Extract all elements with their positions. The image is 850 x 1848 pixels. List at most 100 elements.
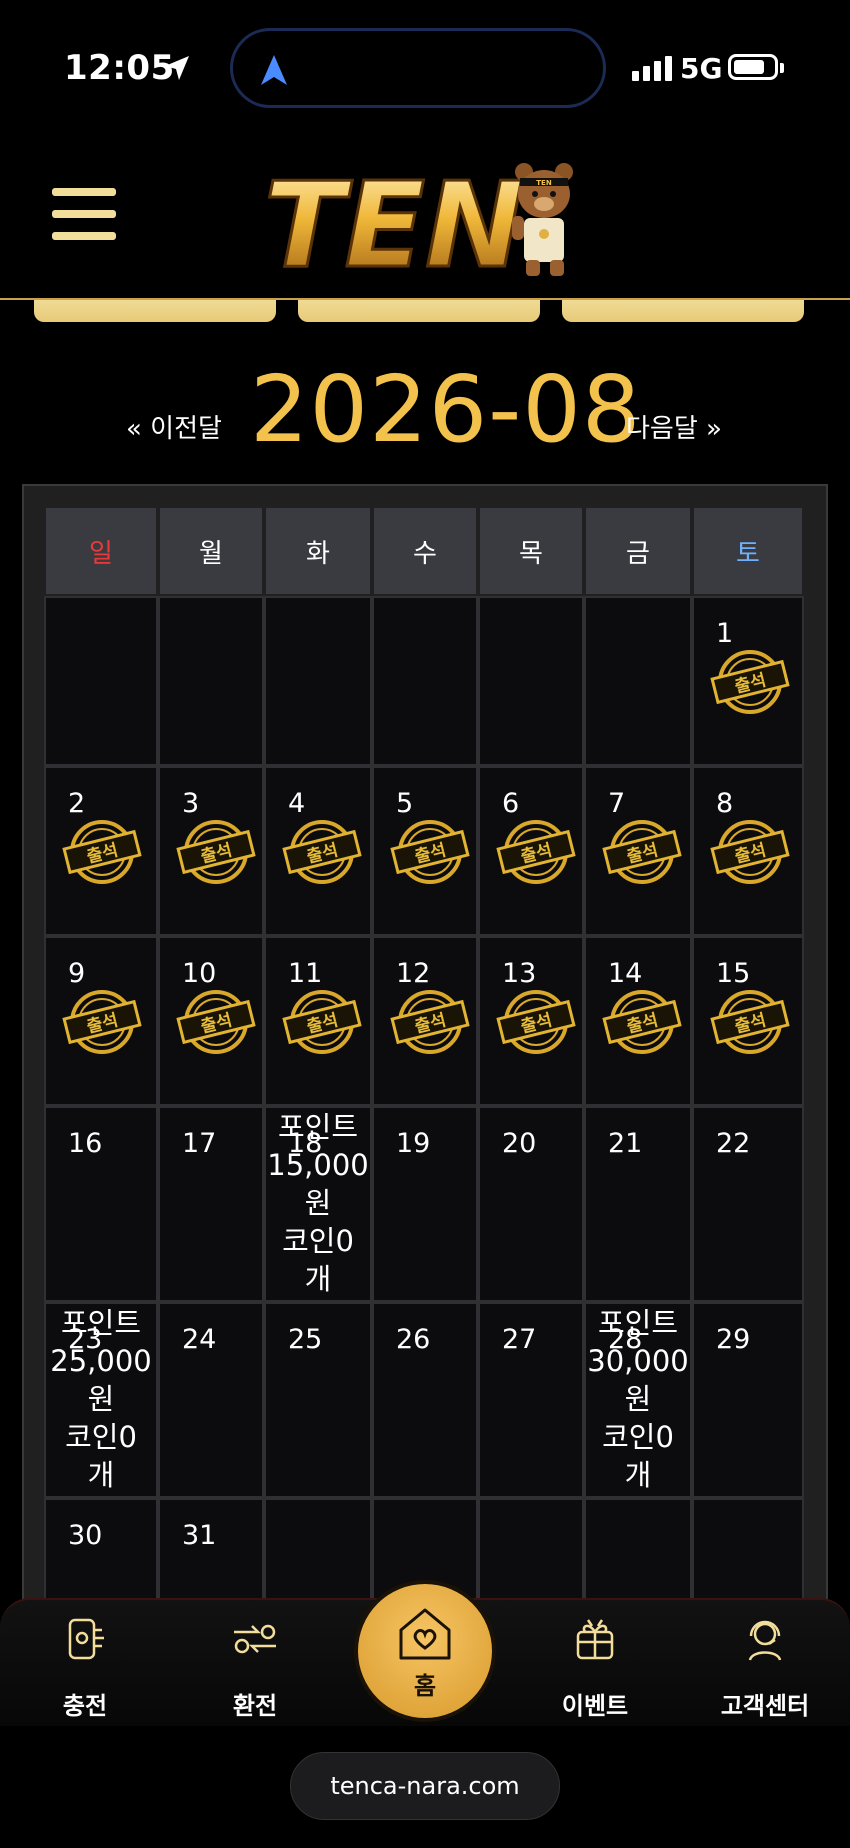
calendar-day[interactable]: 2 출석 [44,766,158,936]
attendance-stamp-icon: 출석 [602,820,682,884]
calendar-day[interactable]: 23 포인트 25,000 원 코인0 개 [44,1302,158,1498]
calendar-day[interactable]: 16 [44,1106,158,1302]
prev-month-link[interactable]: « 이전달 [126,408,222,445]
calendar-day[interactable]: 17 [158,1106,264,1302]
status-bar: 12:05 5G [0,0,850,140]
calendar-day[interactable]: 20 [478,1106,584,1302]
calendar-day[interactable]: 9 출석 [44,936,158,1106]
nav-charge[interactable]: 충전 [0,1600,170,1728]
day-number: 3 [182,788,200,819]
calendar-day[interactable]: 8 출석 [692,766,804,936]
gift-icon [576,1619,614,1660]
reward-note-line: 코인0 [282,1224,354,1258]
attendance-stamp-icon: 출석 [710,820,790,884]
calendar-day[interactable]: 18 포인트 15,000 원 코인0 개 [264,1106,372,1302]
reward-note: 포인트 15,000 원 코인0 개 [260,1108,376,1298]
reward-note-line: 25,000 [50,1344,152,1378]
url-bar[interactable]: tenca-nara.com [290,1752,560,1820]
reward-note-line: 개 [304,1262,332,1296]
calendar-day[interactable]: 4 출석 [264,766,372,936]
calendar-week: 9 출석 10 출석 11 출석 12 출석 13 출석 14 출석 15 출석 [44,936,804,1106]
calendar-empty-cell [372,596,478,766]
day-number: 6 [502,788,520,819]
weekday-thu: 목 [478,506,584,596]
next-month-link[interactable]: 다음달 » [626,408,722,445]
svg-text:TEN: TEN [536,179,552,187]
calendar-day[interactable]: 19 [372,1106,478,1302]
day-number: 8 [716,788,734,819]
calendar-week: 23 포인트 25,000 원 코인0 개 24 25 26 27 28 포인트 30,000 원 코인0 개… [44,1302,804,1498]
reward-note: 포인트 30,000 원 코인0 개 [580,1304,696,1494]
calendar-day[interactable]: 28 포인트 30,000 원 코인0 개 [584,1302,692,1498]
attendance-stamp-icon: 출석 [710,650,790,714]
reward-note-line: 포인트 [597,1306,679,1340]
calendar-day[interactable]: 3 출석 [158,766,264,936]
calendar-empty-cell [158,596,264,766]
calendar-day[interactable]: 21 [584,1106,692,1302]
attendance-stamp-icon: 출석 [62,820,142,884]
weekday-mon: 월 [158,506,264,596]
calendar-day[interactable]: 1 출석 [692,596,804,766]
reward-note-line: 포인트 [60,1306,142,1340]
attendance-stamp-icon: 출석 [602,990,682,1054]
nav-support[interactable]: 고객센터 [680,1600,850,1728]
attendance-calendar: 일 월 화 수 목 금 토 1 출석 2 출석 3 출석 4 출석 5 출석 6 출석 7 출석 8 출석 9 출… [44,506,804,1618]
calendar-day[interactable]: 24 [158,1302,264,1498]
attendance-stamp-icon: 출석 [176,990,256,1054]
home-heart-icon [399,1608,451,1660]
calendar-day[interactable]: 10 출석 [158,936,264,1106]
attendance-stamp-icon: 출석 [62,990,142,1054]
calendar-day[interactable]: 13 출석 [478,936,584,1106]
location-arrow-icon [165,56,189,80]
attendance-stamp-icon: 출석 [282,820,362,884]
calendar-day[interactable]: 29 [692,1302,804,1498]
day-number: 27 [502,1324,537,1355]
calendar-week: 2 출석 3 출석 4 출석 5 출석 6 출석 7 출석 8 출석 [44,766,804,936]
day-number: 21 [608,1128,643,1159]
day-number: 20 [502,1128,537,1159]
day-number: 19 [396,1128,431,1159]
attendance-stamp-icon: 출석 [390,990,470,1054]
exchange-icon [234,1624,276,1654]
menu-icon[interactable] [52,188,118,244]
reward-note-line: 원 [87,1382,115,1416]
ten-logo[interactable]: TEN TEN [262,154,592,284]
calendar-day[interactable]: 5 출석 [372,766,478,936]
weekday-sat: 토 [692,506,804,596]
calendar-week: 16 17 18 포인트 15,000 원 코인0 개 19 20 21 22 [44,1106,804,1302]
nav-event[interactable]: 이벤트 [510,1600,680,1728]
attendance-stamp-icon: 출석 [496,820,576,884]
month-title: 2026-08 [250,356,642,463]
calendar-empty-cell [44,596,158,766]
calendar-day[interactable]: 12 출석 [372,936,478,1106]
attendance-stamp-icon: 출석 [176,820,256,884]
home-button[interactable]: 홈 [358,1584,492,1718]
day-number: 4 [288,788,306,819]
day-number: 2 [68,788,86,819]
calendar-day[interactable]: 25 [264,1302,372,1498]
calendar-day[interactable]: 6 출석 [478,766,584,936]
calendar-day[interactable]: 22 [692,1106,804,1302]
calendar-day[interactable]: 14 출석 [584,936,692,1106]
day-number: 7 [608,788,626,819]
charge-icon [68,1618,104,1660]
attendance-stamp-icon: 출석 [390,820,470,884]
site-header: TEN TEN [0,140,850,300]
day-number: 24 [182,1324,217,1355]
day-number: 15 [716,958,751,989]
day-number: 17 [182,1128,217,1159]
day-number: 29 [716,1324,751,1355]
calendar-day[interactable]: 7 출석 [584,766,692,936]
calendar-day[interactable]: 27 [478,1302,584,1498]
calendar-day[interactable]: 15 출석 [692,936,804,1106]
calendar-day[interactable]: 11 출석 [264,936,372,1106]
reward-note-line: 개 [624,1458,652,1492]
day-number: 25 [288,1324,323,1355]
day-number: 10 [182,958,217,989]
calendar-day[interactable]: 26 [372,1302,478,1498]
day-number: 31 [182,1520,217,1551]
support-icon [748,1620,782,1661]
day-number: 12 [396,958,431,989]
nav-exchange[interactable]: 환전 [170,1600,340,1728]
weekday-header: 일 월 화 수 목 금 토 [44,506,804,596]
